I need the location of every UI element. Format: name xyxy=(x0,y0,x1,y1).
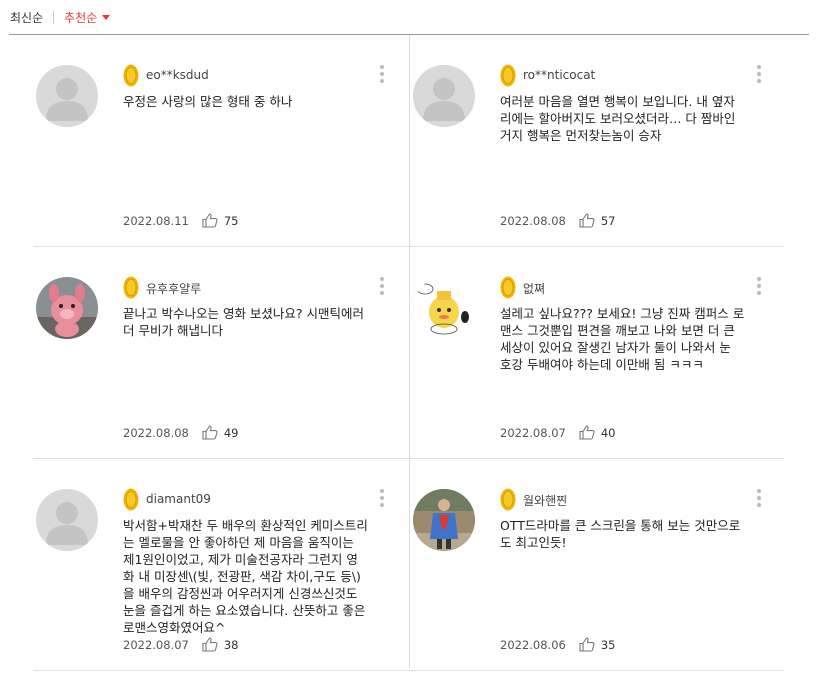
default-avatar-icon xyxy=(36,65,98,127)
like-count: 35 xyxy=(600,637,616,652)
comment-date: 2022.08.07 xyxy=(123,637,189,652)
thumbs-up-icon[interactable] xyxy=(202,425,218,440)
comment-author[interactable]: ro**nticocat xyxy=(523,68,595,82)
default-avatar-icon xyxy=(36,489,98,551)
like-count: 75 xyxy=(223,213,239,228)
comment-row: eo**ksdud 우정은 사랑의 많은 형태 중 하나 2022.08.11 75 … xyxy=(33,35,784,247)
more-options-icon[interactable] xyxy=(756,489,762,511)
sort-bar: 최신순 추천순 xyxy=(9,0,809,35)
avatar[interactable] xyxy=(36,489,98,551)
comment-date: 2022.08.08 xyxy=(123,425,189,440)
comment-grid: eo**ksdud 우정은 사랑의 많은 형태 중 하나 2022.08.11 75 … xyxy=(33,35,784,671)
thumbs-up-icon[interactable] xyxy=(579,637,595,652)
comment-text: 여러분 마음을 열면 행복이 보입니다. 내 옆자리에는 할아버지도 보러오셨더… xyxy=(500,94,736,143)
comment-text: 설레고 싶나요??? 보세요! 그냥 진짜 캠퍼스 로맨스 그것뿐입 편견을 깨… xyxy=(500,306,745,372)
gold-coin-badge-icon xyxy=(123,488,139,511)
avatar[interactable] xyxy=(413,65,475,127)
sort-divider xyxy=(53,10,55,24)
thumbs-up-icon[interactable] xyxy=(579,213,595,228)
comment-text: OTT드라마를 큰 스크린을 통해 보는 것만으로도 최고인듯! xyxy=(500,518,741,550)
more-options-icon[interactable] xyxy=(756,65,762,87)
avatar[interactable] xyxy=(36,65,98,127)
comment-author[interactable]: eo**ksdud xyxy=(146,68,209,82)
comment-row: diamant09 박서함+박재찬 두 배우의 환상적인 케미스트리는 멜로물을 … xyxy=(33,459,784,671)
comment-text: 박서함+박재찬 두 배우의 환상적인 케미스트리는 멜로물을 안 좋아하던 제 … xyxy=(123,518,368,635)
comment-card: 없쪄설레고 싶나요??? 보세요! 그냥 진짜 캠퍼스 로맨스 그것뿐입 편견을… xyxy=(410,247,786,458)
comment-date: 2022.08.08 xyxy=(500,213,566,228)
comment-date: 2022.08.07 xyxy=(500,425,566,440)
comment-meta: 2022.08.06 35 xyxy=(500,637,616,652)
comment-card: eo**ksdud 우정은 사랑의 많은 형태 중 하나 2022.08.11 75 xyxy=(33,35,409,246)
sort-recommended-tab[interactable]: 추천순 xyxy=(64,9,111,26)
sort-latest-tab[interactable]: 최신순 xyxy=(9,9,43,26)
caret-down-icon xyxy=(102,14,111,20)
comment-row: 유후후얄루끝나고 박수나오는 영화 보셨나요? 시맨틱에러 더 무비가 해냅니다… xyxy=(33,247,784,459)
comment-card: diamant09 박서함+박재찬 두 배우의 환상적인 케미스트리는 멜로물을 … xyxy=(33,459,409,670)
like-count: 49 xyxy=(223,425,239,440)
default-avatar-icon xyxy=(413,65,475,127)
cartoon-avatar-icon xyxy=(413,277,475,339)
like-count: 38 xyxy=(223,637,239,652)
thumbs-up-icon[interactable] xyxy=(202,637,218,652)
comment-card: ro**nticocat 여러분 마음을 열면 행복이 보입니다. 내 옆자리에는… xyxy=(410,35,786,246)
avatar[interactable] xyxy=(36,277,98,339)
comment-meta: 2022.08.08 57 xyxy=(500,213,616,228)
comment-meta: 2022.08.07 38 xyxy=(123,637,239,652)
sort-recommended-label: 추천순 xyxy=(64,10,98,25)
comment-meta: 2022.08.11 75 xyxy=(123,213,239,228)
thumbs-up-icon[interactable] xyxy=(579,425,595,440)
comment-text: 우정은 사랑의 많은 형태 중 하나 xyxy=(123,94,293,109)
comment-text: 끝나고 박수나오는 영화 보셨나요? 시맨틱에러 더 무비가 해냅니다 xyxy=(123,306,365,338)
gold-coin-badge-icon xyxy=(123,276,139,299)
more-options-icon[interactable] xyxy=(756,277,762,299)
thumbs-up-icon[interactable] xyxy=(202,213,218,228)
comment-card: 유후후얄루끝나고 박수나오는 영화 보셨나요? 시맨틱에러 더 무비가 해냅니다… xyxy=(33,247,409,458)
comment-author[interactable]: 유후후얄루 xyxy=(146,280,201,297)
more-options-icon[interactable] xyxy=(379,65,385,87)
comment-author[interactable]: 없쪄 xyxy=(523,280,545,297)
comment-card: 월와핸찐 OTT드라마를 큰 스크린을 통해 보는 것만으로도 최고인듯! 2022… xyxy=(410,459,786,670)
avatar[interactable] xyxy=(413,489,475,551)
comment-meta: 2022.08.07 40 xyxy=(500,425,616,440)
costume-photo-avatar-icon xyxy=(413,489,475,551)
comment-author[interactable]: diamant09 xyxy=(146,492,211,506)
like-count: 57 xyxy=(600,213,616,228)
comment-author[interactable]: 월와핸찐 xyxy=(523,492,567,509)
comment-date: 2022.08.11 xyxy=(123,213,189,228)
pink-plush-avatar-icon xyxy=(36,277,98,339)
more-options-icon[interactable] xyxy=(379,489,385,511)
like-count: 40 xyxy=(600,425,616,440)
gold-coin-badge-icon xyxy=(500,488,516,511)
more-options-icon[interactable] xyxy=(379,277,385,299)
gold-coin-badge-icon xyxy=(500,64,516,87)
gold-coin-badge-icon xyxy=(500,276,516,299)
avatar[interactable] xyxy=(413,277,475,339)
gold-coin-badge-icon xyxy=(123,64,139,87)
comment-meta: 2022.08.08 49 xyxy=(123,425,239,440)
comment-date: 2022.08.06 xyxy=(500,637,566,652)
